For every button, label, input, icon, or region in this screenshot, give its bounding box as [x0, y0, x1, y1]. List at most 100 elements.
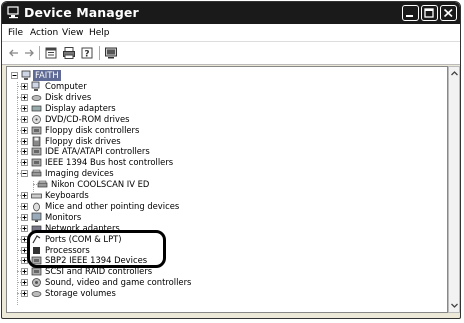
expand-icon[interactable]: [21, 137, 28, 145]
tree-root-label[interactable]: FAITH: [33, 70, 61, 81]
cdrom-icon: [32, 114, 41, 124]
tree-item-label: Floppy disk controllers: [45, 124, 140, 135]
tree-item-label: Monitors: [45, 211, 82, 222]
help-icon[interactable]: ?: [80, 46, 94, 60]
scanner-icon: [37, 180, 48, 188]
tree-root[interactable]: FAITH: [11, 70, 211, 81]
collapse-icon[interactable]: [21, 170, 28, 178]
device-tree[interactable]: FAITH Computer Disk drives Display adapter…: [6, 66, 448, 313]
tree-item[interactable]: Computer: [21, 81, 281, 92]
svg-text:?: ?: [84, 50, 89, 60]
tree-item[interactable]: DVD/CD-ROM drives: [21, 114, 281, 125]
close-icon: [443, 8, 453, 18]
scan-hardware-icon[interactable]: [104, 46, 118, 60]
tree-item-label: Sound, video and game controllers: [45, 277, 192, 288]
expand-icon[interactable]: [21, 159, 28, 167]
menu-bar: File Action View Help: [2, 24, 460, 42]
tree-item-label: Processors: [45, 244, 90, 255]
scroll-down-icon[interactable]: [450, 301, 459, 310]
tree-item[interactable]: Floppy disk controllers: [21, 125, 281, 136]
expand-icon[interactable]: [21, 192, 28, 199]
sound-icon: [32, 278, 41, 288]
tree-item[interactable]: Display adapters: [21, 103, 281, 114]
expand-icon[interactable]: [21, 246, 28, 254]
tree-item-label: SBP2 IEEE 1394 Devices: [45, 255, 148, 266]
keyboard-icon: [31, 193, 42, 199]
tree-item[interactable]: Floppy disk drives: [21, 136, 281, 147]
controller-icon: [31, 257, 42, 265]
toolbar-separator: [99, 46, 100, 60]
network-icon: [31, 225, 42, 232]
tree-item[interactable]: IEEE 1394 Bus host controllers: [21, 157, 281, 168]
tree-item-label: Nikon COOLSCAN IV ED: [51, 179, 150, 190]
title-bar[interactable]: Device Manager: [2, 2, 460, 24]
minimize-button[interactable]: [402, 5, 419, 21]
menu-action[interactable]: Action: [30, 28, 58, 38]
controller-icon: [31, 126, 42, 134]
menu-view[interactable]: View: [62, 28, 83, 38]
scroll-up-icon[interactable]: [450, 69, 459, 78]
floppy-icon: [32, 136, 41, 146]
tree-item[interactable]: Storage volumes: [21, 288, 281, 299]
tree-item-label: Ports (COM & LPT): [45, 233, 122, 244]
expand-icon[interactable]: [21, 202, 28, 210]
tree-item[interactable]: Network adapters: [21, 223, 281, 234]
tree-item[interactable]: SCSI and RAID controllers: [21, 266, 281, 277]
back-icon[interactable]: [7, 46, 21, 60]
tree-item-label: IDE ATA/ATAPI controllers: [45, 146, 150, 157]
tree-item-label: Display adapters: [45, 102, 116, 113]
tree-item[interactable]: SBP2 IEEE 1394 Devices: [21, 255, 281, 266]
tree-item-label: DVD/CD-ROM drives: [45, 113, 130, 124]
tree-item[interactable]: Sound, video and game controllers: [21, 277, 281, 288]
close-button[interactable]: [440, 5, 457, 21]
port-icon: [32, 234, 41, 243]
expand-icon[interactable]: [21, 235, 28, 243]
tree-item-label: Storage volumes: [45, 288, 116, 299]
expand-icon[interactable]: [21, 126, 28, 134]
expand-icon[interactable]: [21, 290, 28, 298]
expand-icon[interactable]: [21, 224, 28, 232]
monitor-icon: [31, 212, 42, 222]
maximize-icon: [424, 8, 434, 18]
expand-icon[interactable]: [21, 83, 28, 90]
device-manager-app-icon: [7, 6, 19, 19]
expand-icon[interactable]: [21, 115, 28, 123]
maximize-button[interactable]: [421, 5, 438, 21]
collapse-icon[interactable]: [11, 72, 18, 79]
window-title: Device Manager: [24, 5, 139, 20]
tree-item[interactable]: IDE ATA/ATAPI controllers: [21, 146, 281, 157]
expand-icon[interactable]: [21, 213, 28, 221]
tree-item[interactable]: Ports (COM & LPT): [21, 234, 281, 245]
tree-item[interactable]: Processors: [21, 245, 281, 256]
menu-help[interactable]: Help: [89, 28, 110, 38]
computer-icon: [21, 70, 31, 80]
expand-icon[interactable]: [21, 104, 28, 112]
tree-item[interactable]: Disk drives: [21, 92, 281, 103]
tree-child-item[interactable]: Nikon COOLSCAN IV ED: [37, 179, 297, 190]
properties-icon[interactable]: [44, 46, 58, 60]
computer-icon: [31, 81, 40, 91]
minimize-icon: [406, 15, 413, 17]
expand-icon[interactable]: [21, 279, 28, 287]
print-icon[interactable]: [62, 46, 76, 60]
forward-icon[interactable]: [22, 46, 36, 60]
tree-item[interactable]: Mice and other pointing devices: [21, 201, 281, 212]
vertical-scrollbar[interactable]: [448, 66, 460, 313]
tree-item-label: Floppy disk drives: [45, 135, 121, 146]
tree-item[interactable]: Imaging devices: [21, 168, 281, 179]
tree-item[interactable]: Keyboards: [21, 190, 281, 201]
disk-drive-icon: [31, 291, 42, 297]
processor-icon: [33, 246, 40, 254]
toolbar-separator: [39, 46, 40, 60]
expand-icon[interactable]: [21, 257, 28, 265]
tree-item-label: Keyboards: [45, 190, 89, 200]
tree-item[interactable]: Monitors: [21, 212, 281, 223]
tree-item-label: Computer: [45, 81, 87, 91]
controller-icon: [31, 267, 42, 276]
expand-icon[interactable]: [21, 268, 28, 276]
expand-icon[interactable]: [21, 93, 28, 101]
expand-icon[interactable]: [21, 148, 28, 156]
menu-file[interactable]: File: [8, 28, 23, 38]
tree-item-label: Disk drives: [45, 91, 92, 102]
controller-icon: [31, 148, 42, 156]
